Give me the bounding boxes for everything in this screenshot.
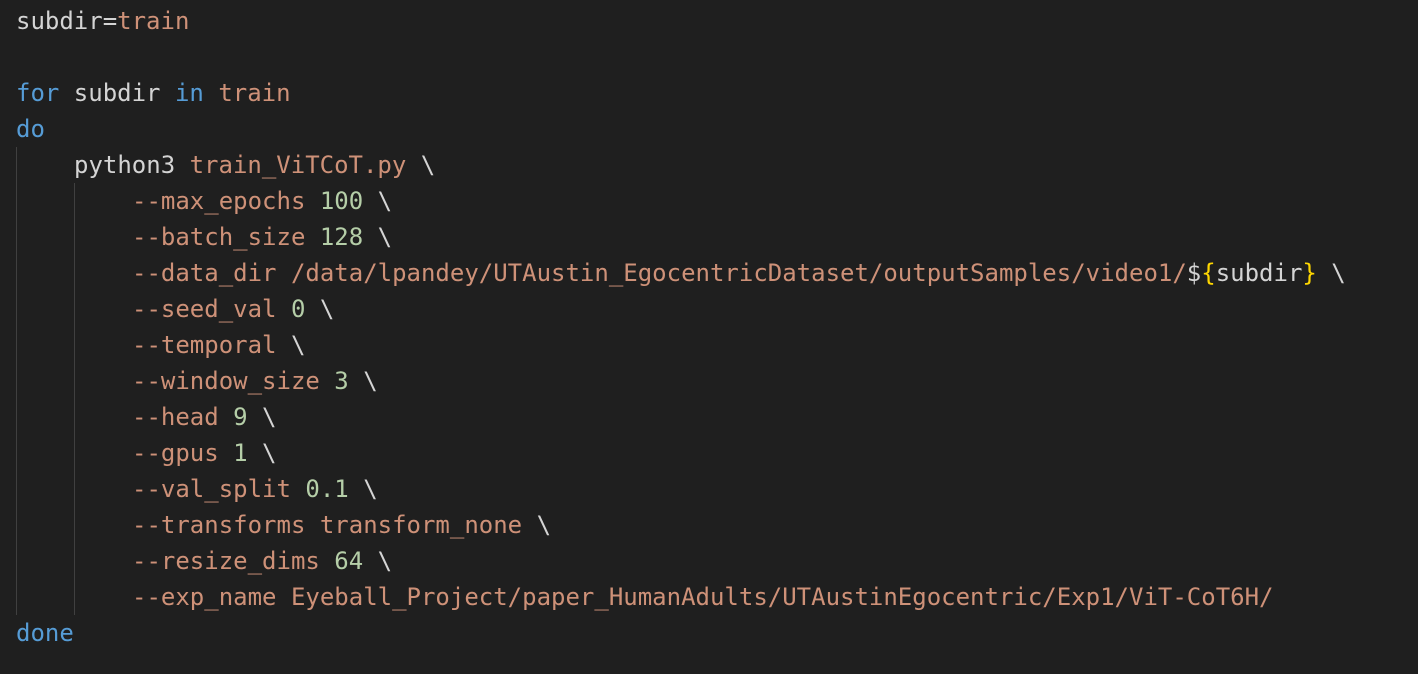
string-token: train (218, 79, 291, 107)
code-line[interactable]: --window_size 3 \ (16, 363, 1418, 399)
code-text: \ (1316, 259, 1346, 287)
code-text: \ (276, 331, 306, 359)
code-line[interactable]: --batch_size 128 \ (16, 219, 1418, 255)
code-line[interactable]: --gpus 1 \ (16, 435, 1418, 471)
code-text: \ (348, 367, 378, 395)
code-editor[interactable]: subdir=train for subdir in train do python3… (0, 0, 1418, 674)
code-text: \ (363, 223, 393, 251)
code-text: \ (406, 151, 436, 179)
code-line[interactable]: --val_split 0.1 \ (16, 471, 1418, 507)
code-text: python3 (74, 151, 190, 179)
string-token: train_ViTCoT.py (189, 151, 407, 179)
number-token: 0.1 (305, 475, 349, 503)
code-line[interactable]: done (16, 615, 1406, 651)
code-text: \ (522, 511, 552, 539)
brace-token: } (1302, 259, 1317, 287)
string-token: --max_epochs (132, 187, 306, 215)
string-token: --temporal (132, 331, 277, 359)
number-token: 1 (233, 439, 248, 467)
code-line[interactable]: --max_epochs 100 \ (16, 183, 1418, 219)
code-text: \ (363, 187, 393, 215)
code-line[interactable]: --exp_name Eyeball_Project/paper_HumanAd… (16, 579, 1418, 615)
code-text: $ (1186, 259, 1202, 287)
string-token: --resize_dims (132, 547, 320, 575)
number-token: 0 (290, 295, 306, 323)
keyword-token: done (16, 619, 74, 647)
code-line[interactable]: --head 9 \ (16, 399, 1418, 435)
code-text: \ (348, 475, 378, 503)
code-line[interactable]: do (16, 111, 1406, 147)
string-token: --seed_val (132, 295, 277, 323)
code-line[interactable]: python3 train_ViTCoT.py \ (16, 147, 1418, 183)
string-token: --window_size (132, 367, 320, 395)
code-text: \ (247, 439, 277, 467)
code-text: subdir (59, 79, 175, 107)
code-line[interactable]: --transforms transform_none \ (16, 507, 1418, 543)
code-text: subdir (1215, 259, 1303, 287)
number-token: 128 (319, 223, 364, 251)
string-token: --batch_size (132, 223, 306, 251)
string-token: --data_dir /data/lpandey/UTAustin_Egocen… (132, 259, 1187, 287)
string-token: --head (132, 403, 219, 431)
code-line[interactable]: subdir=train (16, 3, 1406, 39)
string-token: --gpus (132, 439, 219, 467)
code-line[interactable] (16, 39, 1406, 75)
code-line[interactable]: --seed_val 0 \ (16, 291, 1418, 327)
number-token: 64 (334, 547, 364, 575)
keyword-token: for (16, 79, 60, 107)
code-line[interactable]: --resize_dims 64 \ (16, 543, 1418, 579)
string-token: train (117, 7, 190, 35)
brace-token: { (1201, 259, 1216, 287)
number-token: 9 (233, 403, 248, 431)
code-text: \ (247, 403, 277, 431)
number-token: 100 (319, 187, 364, 215)
code-text: \ (363, 547, 393, 575)
number-token: 3 (334, 367, 349, 395)
string-token: --exp_name Eyeball_Project/paper_HumanAd… (132, 583, 1274, 611)
code-line[interactable]: --data_dir /data/lpandey/UTAustin_Egocen… (16, 255, 1418, 291)
string-token: --transforms transform_none (132, 511, 523, 539)
keyword-token: in (174, 79, 204, 107)
keyword-token: do (16, 115, 45, 143)
string-token: --val_split (132, 475, 291, 503)
code-line[interactable]: for subdir in train (16, 75, 1406, 111)
code-line[interactable]: --temporal \ (16, 327, 1418, 363)
code-text: \ (305, 295, 335, 323)
code-text: subdir= (16, 7, 118, 35)
